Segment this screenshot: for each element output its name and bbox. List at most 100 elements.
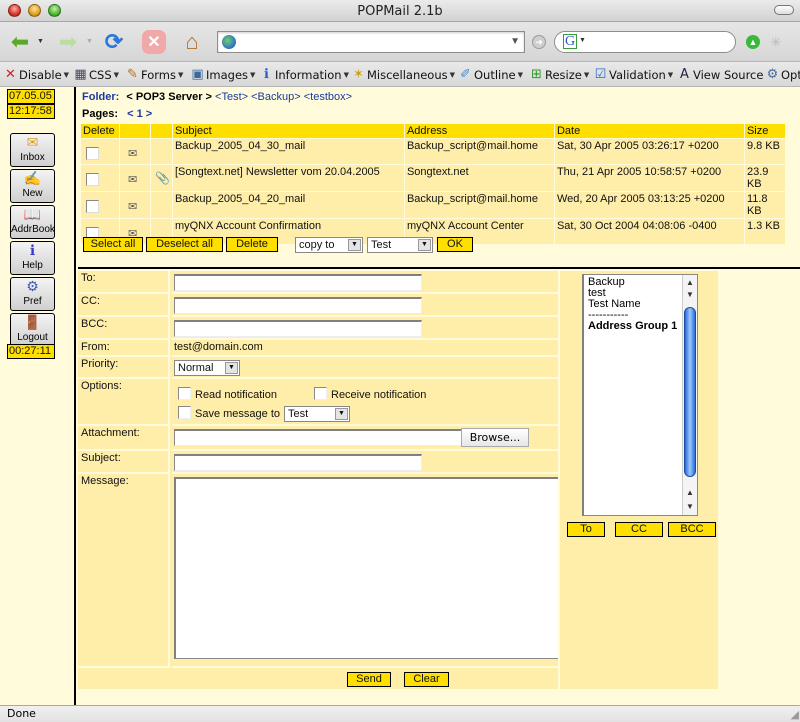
dev-menu-forms[interactable]: ✎ Forms ▼ — [125, 67, 183, 82]
priority-select[interactable]: Normal ▼ — [174, 360, 240, 376]
column-header-delete[interactable]: Delete — [81, 124, 119, 138]
dev-menu-css[interactable]: ▦ CSS ▼ — [73, 67, 119, 82]
stop-button[interactable]: ✕ — [140, 28, 168, 56]
delete-checkbox[interactable] — [86, 200, 99, 213]
receive-notification-option[interactable]: Receive notification — [314, 387, 426, 401]
add-cc-button[interactable]: CC — [615, 522, 663, 537]
column-header-address[interactable]: Address — [404, 124, 554, 138]
session-timer: 00:27:11 — [7, 344, 55, 359]
save-message-checkbox[interactable] — [178, 406, 191, 419]
to-input[interactable] — [174, 274, 422, 291]
dev-menu-information[interactable]: ℹ Information ▼ — [259, 67, 349, 82]
add-bcc-button[interactable]: BCC — [668, 522, 716, 537]
inbox-button[interactable]: ✉ Inbox — [10, 133, 55, 167]
column-header-attachment — [151, 124, 172, 138]
browse-button[interactable]: Browse... — [461, 428, 529, 447]
toolbar-toggle-button[interactable] — [774, 5, 794, 15]
column-header-subject[interactable]: Subject — [172, 124, 404, 138]
envelope-icon: ✉ — [26, 134, 39, 150]
from-row: From: test@domain.com — [78, 340, 558, 357]
cc-input[interactable] — [174, 297, 422, 314]
url-history-dropdown[interactable]: ▼ — [510, 36, 520, 47]
message-subject[interactable]: Backup_2005_04_20_mail — [172, 191, 404, 218]
forms-icon: ✎ — [127, 67, 138, 82]
bcc-input[interactable] — [174, 320, 422, 337]
help-button[interactable]: ℹ Help — [10, 241, 55, 275]
target-folder-select[interactable]: Test ▼ — [367, 237, 433, 253]
reload-button[interactable]: ⟳ — [100, 28, 128, 56]
priority-label: Priority: — [78, 357, 170, 379]
address-list-scrollbar[interactable]: ▲ ▼ ▲ ▼ — [682, 275, 697, 515]
search-input[interactable]: G ▼ — [554, 31, 736, 53]
new-message-icon: ✍ — [23, 170, 42, 186]
send-button[interactable]: Send — [347, 672, 391, 687]
table-row[interactable]: ✉ 📎 [Songtext.net] Newsletter vom 20.04.… — [81, 164, 785, 191]
dev-menu-images[interactable]: ▣ Images ▼ — [190, 67, 255, 82]
back-history-dropdown[interactable]: ▼ — [37, 38, 44, 45]
folder-link-backup[interactable]: <Backup> — [251, 91, 301, 103]
scroll-thumb[interactable] — [684, 307, 696, 477]
folder-link-testbox[interactable]: <testbox> — [304, 91, 352, 103]
delete-button[interactable]: Delete — [226, 237, 278, 252]
receive-notification-checkbox[interactable] — [314, 387, 327, 400]
clear-button[interactable]: Clear — [404, 672, 449, 687]
table-row[interactable]: ✉ Backup_2005_04_30_mail Backup_script@m… — [81, 138, 785, 164]
dev-menu-validation[interactable]: ☑ Validation ▼ — [593, 67, 674, 82]
preferences-button[interactable]: ⚙ Pref — [10, 277, 55, 311]
go-button[interactable]: ➜ — [532, 35, 546, 49]
delete-checkbox[interactable] — [86, 147, 99, 160]
dev-menu-resize[interactable]: ⊞ Resize ▼ — [529, 67, 589, 82]
folder-link-test[interactable]: <Test> — [215, 91, 248, 103]
save-folder-select[interactable]: Test ▼ — [284, 406, 350, 422]
stop-icon: ✕ — [142, 30, 166, 54]
column-header-date[interactable]: Date — [554, 124, 744, 138]
dev-menu-miscellaneous[interactable]: ✶ Miscellaneous ▼ — [351, 67, 455, 82]
mailbox-frame: Folder: < POP3 Server > <Test> <Backup> … — [78, 87, 800, 269]
scroll-down-icon[interactable]: ▼ — [683, 289, 697, 301]
column-header-size[interactable]: Size — [744, 124, 785, 138]
scroll-down-icon[interactable]: ▼ — [683, 501, 697, 513]
back-button[interactable]: ⬅ — [6, 28, 34, 56]
logout-button[interactable]: 🚪 Logout — [10, 313, 55, 347]
save-message-option[interactable]: Save message to — [178, 406, 280, 420]
read-notification-checkbox[interactable] — [178, 387, 191, 400]
scroll-up-icon[interactable]: ▲ — [683, 277, 697, 289]
address-book-button[interactable]: 📖 AddrBook — [10, 205, 55, 239]
message-address: Backup_script@mail.home — [404, 138, 554, 164]
message-subject[interactable]: [Songtext.net] Newsletter vom 20.04.2005 — [172, 164, 404, 191]
web-developer-toolbar: ✕ Disable ▼ ▦ CSS ▼ ✎ Forms ▼ ▣ Images ▼ ℹ Inform… — [0, 63, 800, 87]
forward-history-dropdown[interactable]: ▼ — [86, 38, 93, 45]
ok-button[interactable]: OK — [437, 237, 473, 252]
back-arrow-icon: ⬅ — [10, 29, 30, 54]
page-link-1[interactable]: < 1 > — [127, 108, 152, 120]
forward-button[interactable]: ➡ — [54, 28, 82, 56]
address-list[interactable]: Backup test Test Name ----------- Addres… — [582, 274, 698, 516]
scroll-up-icon[interactable]: ▲ — [683, 487, 697, 499]
dev-menu-options[interactable]: ⚙ Opt — [765, 67, 800, 82]
priority-row: Priority: Normal ▼ — [78, 357, 558, 379]
address-group-option[interactable]: Address Group 1 — [588, 321, 697, 332]
attachment-input[interactable] — [174, 429, 462, 446]
url-input[interactable]: ▼ — [217, 31, 525, 53]
select-all-button[interactable]: Select all — [83, 237, 143, 252]
message-textarea[interactable] — [174, 477, 560, 659]
message-subject[interactable]: Backup_2005_04_30_mail — [172, 138, 404, 164]
dev-menu-view-source[interactable]: A View Source — [677, 67, 763, 82]
dev-menu-outline[interactable]: ✐ Outline ▼ — [458, 67, 523, 82]
resize-grip-icon[interactable]: ◢ — [791, 708, 799, 721]
update-button[interactable]: ▲ — [746, 35, 760, 49]
home-button[interactable]: ⌂ — [178, 28, 206, 56]
dev-menu-disable[interactable]: ✕ Disable ▼ — [3, 67, 69, 82]
copy-move-select[interactable]: copy to ▼ — [295, 237, 363, 253]
table-row[interactable]: ✉ Backup_2005_04_20_mail Backup_script@m… — [81, 191, 785, 218]
add-to-button[interactable]: To — [567, 522, 605, 537]
dropdown-arrow-icon: ▼ — [583, 70, 590, 79]
read-notification-option[interactable]: Read notification — [178, 387, 277, 401]
new-message-button[interactable]: ✍ New — [10, 169, 55, 203]
google-icon[interactable]: G — [563, 34, 577, 49]
search-engine-dropdown[interactable]: ▼ — [579, 37, 586, 44]
subject-input[interactable] — [174, 454, 422, 471]
delete-checkbox[interactable] — [86, 173, 99, 186]
browser-window: POPMail 2.1b ⬅ ▼ ➡ ▼ ⟳ ✕ ⌂ ▼ ➜ G ▼ ▲ ✳ ✕… — [0, 0, 800, 722]
deselect-all-button[interactable]: Deselect all — [146, 237, 223, 252]
